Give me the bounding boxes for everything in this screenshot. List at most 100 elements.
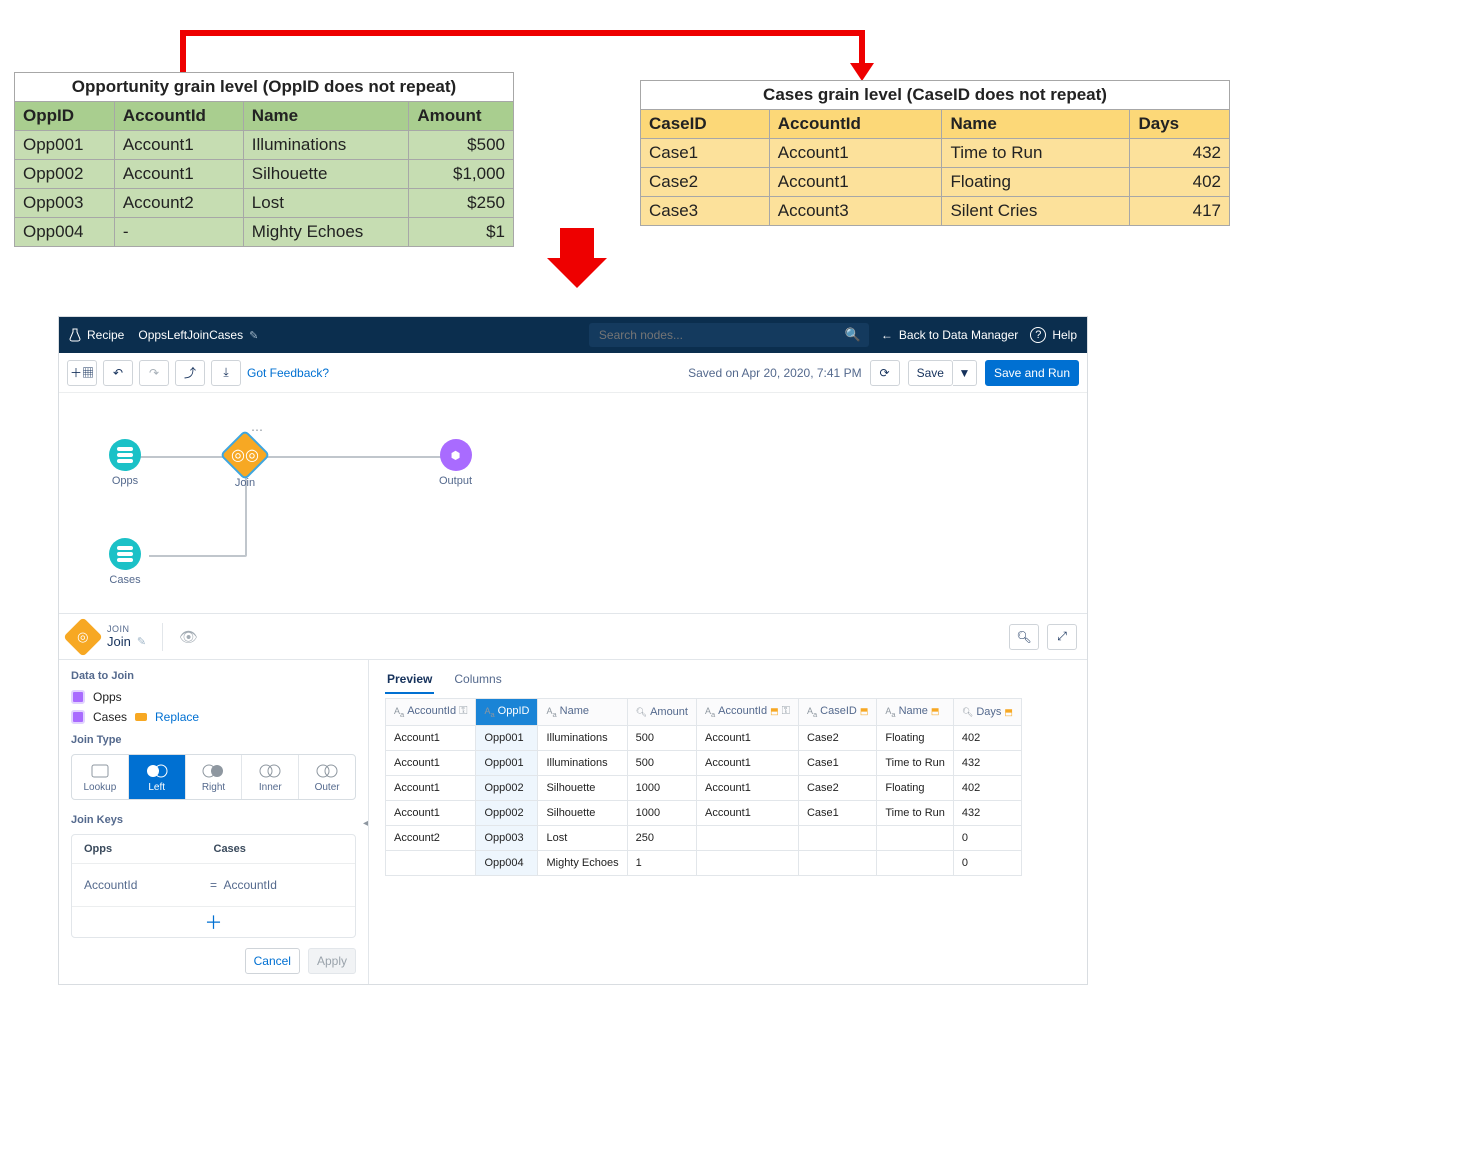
zoom-button[interactable]: 🔍︎ (1009, 624, 1039, 650)
node-opps[interactable]: Opps (109, 439, 141, 487)
save-and-run-button[interactable]: Save and Run (985, 360, 1079, 386)
cell: Silhouette (538, 775, 627, 800)
cell: Opp003 (476, 825, 538, 850)
opp-table-title: Opportunity grain level (OppID does not … (15, 73, 514, 102)
source-opps: Opps (71, 690, 356, 704)
redo-button[interactable]: ↷ (139, 360, 169, 386)
join-config-panel: Data to Join Opps Cases Replace Join Typ… (59, 660, 369, 984)
search-input[interactable] (597, 327, 845, 343)
save-dropdown[interactable]: ▼ (953, 360, 977, 386)
cell: 500 (627, 725, 696, 750)
cell: Account1 (386, 775, 476, 800)
arrow-segment (180, 30, 865, 36)
dataset-icon (109, 538, 141, 570)
help-link[interactable]: ? Help (1030, 327, 1077, 343)
search-box[interactable]: 🔍 (589, 323, 869, 347)
add-key-button[interactable]: ＋ (72, 906, 355, 937)
cell (386, 850, 476, 875)
top-navbar: Recipe OppsLeftJoinCases ✎ 🔍 ← Back to D… (59, 317, 1087, 353)
tab-preview[interactable]: Preview (385, 666, 434, 694)
download-button[interactable]: ⤓ (211, 360, 241, 386)
preview-col-header[interactable]: AaName⬒ (877, 699, 954, 726)
cancel-button[interactable]: Cancel (245, 948, 300, 974)
preview-col-header[interactable]: 🔍︎Days⬒ (953, 699, 1021, 726)
history-button[interactable]: ⟳ (870, 360, 900, 386)
apply-button[interactable]: Apply (308, 948, 356, 974)
cell: 402 (953, 775, 1021, 800)
separator (162, 623, 163, 651)
node-menu-icon[interactable]: ⋯ (251, 423, 263, 437)
lower-panel: Data to Join Opps Cases Replace Join Typ… (59, 659, 1087, 984)
table-row[interactable]: Account1Opp001Illuminations500Account1Ca… (386, 725, 1022, 750)
output-icon: ⬢ (440, 439, 472, 471)
cell: 0 (953, 825, 1021, 850)
cell: Illuminations (538, 725, 627, 750)
node-join[interactable]: ◎◎ Join (227, 437, 263, 489)
join-type-lookup[interactable]: Lookup (72, 755, 129, 799)
cell: Silhouette (538, 800, 627, 825)
pencil-icon[interactable]: ✎ (137, 635, 146, 648)
table-row[interactable]: Account1Opp002Silhouette1000Account1Case… (386, 800, 1022, 825)
recipe-canvas[interactable]: Opps Cases ⋯ ◎◎ Join ⬢ Output (59, 393, 1087, 613)
join-type-label: Join Type (71, 734, 356, 746)
join-type-right[interactable]: Right (186, 755, 243, 799)
cell: Account1 (386, 750, 476, 775)
replace-link[interactable]: Replace (155, 710, 199, 724)
cell: Account1 (696, 775, 798, 800)
node-output[interactable]: ⬢ Output (439, 439, 472, 487)
cell: 1 (627, 850, 696, 875)
cell: 1000 (627, 775, 696, 800)
add-node-button[interactable]: ＋▦ (67, 360, 97, 386)
join-type-left[interactable]: Left (129, 755, 186, 799)
recipe-app: Recipe OppsLeftJoinCases ✎ 🔍 ← Back to D… (58, 316, 1088, 985)
collapse-caret-icon[interactable]: ◂ (363, 818, 368, 829)
back-to-data-manager[interactable]: ← Back to Data Manager (881, 328, 1018, 342)
cell: Opp001 (476, 725, 538, 750)
expand-button[interactable]: ⤢ (1047, 624, 1077, 650)
preview-col-header[interactable]: AaAccountId⚿ (386, 699, 476, 726)
cell: Time to Run (877, 800, 954, 825)
table-row[interactable]: Opp004Mighty Echoes10 (386, 850, 1022, 875)
pencil-icon[interactable]: ✎ (249, 329, 258, 342)
recipe-name[interactable]: OppsLeftJoinCases ✎ (138, 328, 258, 342)
node-cases[interactable]: Cases (109, 538, 141, 586)
feedback-link[interactable]: Got Feedback? (247, 366, 329, 380)
join-type-group: Lookup Left Right Inner (71, 754, 356, 800)
cell (877, 850, 954, 875)
cases-table-title: Cases grain level (CaseID does not repea… (641, 81, 1230, 110)
join-type-outer[interactable]: Outer (299, 755, 355, 799)
undo-button[interactable]: ↶ (103, 360, 133, 386)
flask-icon (69, 328, 81, 342)
table-row[interactable]: Account2Opp003Lost2500 (386, 825, 1022, 850)
dataset-square-icon (71, 690, 85, 704)
join-keys-box: Opps Cases AccountId = AccountId ＋ (71, 834, 356, 938)
preview-table: AaAccountId⚿AaOppIDAaName🔍︎AmountAaAccou… (385, 698, 1022, 876)
preview-col-header[interactable]: AaAccountId⬒⚿ (696, 699, 798, 726)
link-badge-icon (135, 713, 147, 721)
cell: Account2 (386, 825, 476, 850)
edge (149, 555, 247, 557)
cell: Opp001 (476, 750, 538, 775)
cell (798, 825, 876, 850)
join-type-inner[interactable]: Inner (242, 755, 299, 799)
cell: 500 (627, 750, 696, 775)
save-button[interactable]: Save (908, 360, 953, 386)
cell: Case1 (798, 800, 876, 825)
cell: 402 (953, 725, 1021, 750)
visibility-toggle-icon[interactable]: 👁︎ (179, 628, 198, 646)
data-to-join-label: Data to Join (71, 670, 356, 682)
preview-col-header[interactable]: AaOppID (476, 699, 538, 726)
preview-col-header[interactable]: 🔍︎Amount (627, 699, 696, 726)
tab-columns[interactable]: Columns (452, 666, 503, 694)
table-row[interactable]: Account1Opp002Silhouette1000Account1Case… (386, 775, 1022, 800)
join-key-row[interactable]: AccountId = AccountId (72, 864, 355, 906)
cell: Account1 (696, 725, 798, 750)
opportunity-grain-table: Opportunity grain level (OppID does not … (14, 72, 514, 247)
search-icon[interactable]: 🔍 (845, 327, 861, 343)
upload-button[interactable]: ⤴ (175, 360, 205, 386)
cell: Case1 (798, 750, 876, 775)
edge (139, 456, 234, 458)
preview-col-header[interactable]: AaCaseID⬒ (798, 699, 876, 726)
preview-col-header[interactable]: AaName (538, 699, 627, 726)
table-row[interactable]: Account1Opp001Illuminations500Account1Ca… (386, 750, 1022, 775)
